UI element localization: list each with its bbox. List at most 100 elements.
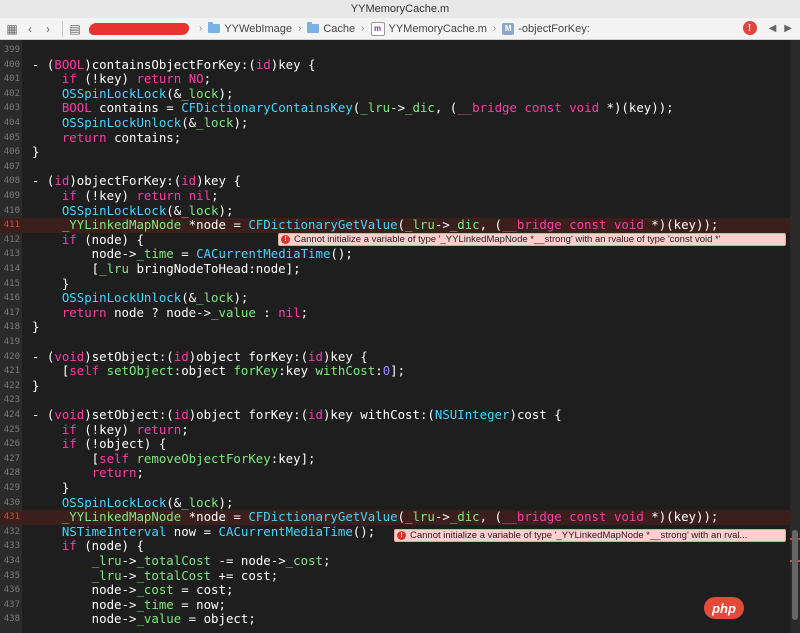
code-line[interactable]: 406} (0, 144, 790, 160)
line-code: - (id)objectForKey:(id)key { (22, 174, 241, 189)
code-token: _lru (91, 567, 122, 583)
code-line[interactable]: 417 return node ? node->_value : nil; (0, 305, 790, 321)
line-code: } (22, 377, 40, 394)
code-line[interactable]: 419 (0, 335, 790, 350)
code-token: )key { (322, 348, 368, 364)
window-title: YYMemoryCache.m (350, 3, 450, 15)
crumb-method[interactable]: › M -objectForKey: (491, 22, 590, 35)
code-token: node-> (32, 611, 137, 627)
forward-arrow-icon[interactable]: › (40, 21, 56, 37)
code-line[interactable]: 416 OSSpinLockUnlock(&_lock); (0, 290, 790, 306)
code-line[interactable]: 404 OSSpinLockUnlock(&_lock); (0, 115, 790, 131)
code-line[interactable]: 435 _lru->_totalCost += cost; (0, 567, 790, 584)
code-line[interactable]: 438 node->_value = object; (0, 612, 790, 627)
code-line[interactable]: 428 return; (0, 466, 790, 481)
code-line[interactable]: 411 _YYLinkedMapNode *node = CFDictionar… (0, 217, 790, 233)
related-items-icon[interactable]: ▦ (4, 21, 20, 37)
crumb-file[interactable]: › m YYMemoryCache.m (359, 21, 487, 36)
code-line[interactable]: 409 if (!key) return nil; (0, 188, 790, 204)
error-indicator-icon[interactable]: ! (742, 21, 757, 35)
code-line[interactable]: 437 node->_time = now; (0, 597, 790, 613)
code-line[interactable]: 429 } (0, 480, 790, 496)
line-code: } (22, 480, 69, 496)
code-token: ; (211, 188, 219, 203)
code-token: withCost (315, 363, 376, 379)
crumb-label: YYMemoryCache.m (388, 22, 487, 35)
code-line[interactable]: 418} (0, 320, 790, 335)
code-token: -> (390, 100, 406, 116)
issue-navigator: ! ◀ ▶ (742, 21, 796, 35)
code-line[interactable]: 420- (void)setObject:(id)object forKey:(… (0, 348, 790, 365)
code-token: self (99, 450, 129, 466)
code-line[interactable]: 425 if (!key) return; (0, 422, 790, 438)
line-number: 412 (3, 234, 20, 245)
line-code: - (void)setObject:(id)object forKey:(id)… (22, 407, 562, 423)
code-token: CFDictionaryContainsKey (181, 100, 353, 116)
crumb-yywebimage[interactable]: › YYWebImage (197, 22, 292, 35)
project-icon[interactable]: ▤ (67, 21, 83, 37)
title-bar: YYMemoryCache.m (0, 0, 800, 19)
folder-icon (307, 22, 320, 33)
code-line[interactable]: 427 [self removeObjectForKey:key]; (0, 450, 790, 467)
back-arrow-icon[interactable]: ‹ (22, 21, 38, 37)
code-line[interactable]: 402 OSSpinLockLock(&_lock); (0, 85, 790, 102)
code-line[interactable]: 421 [self setObject:object forKey:key wi… (0, 363, 790, 379)
error-bubble[interactable]: ! Cannot initialize a variable of type '… (278, 233, 786, 246)
code-line[interactable]: 415 } (0, 276, 790, 292)
code-token: } (32, 377, 40, 393)
code-token: ]; (390, 363, 406, 379)
code-token: ; (136, 465, 144, 481)
code-line[interactable]: 405 return contains; (0, 130, 790, 146)
code-token: } (32, 319, 40, 335)
line-code: if (node) { (22, 539, 144, 554)
code-token: id (181, 173, 197, 189)
code-token: if (61, 436, 77, 452)
code-editor[interactable]: 399 400- (BOOL)containsObjectForKey:(id)k… (0, 40, 800, 633)
code-token: = (173, 246, 197, 262)
code-token: } (32, 144, 40, 160)
code-line[interactable]: 400- (BOOL)containsObjectForKey:(id)key … (0, 57, 790, 73)
code-line[interactable]: 414 [_lru bringNodeToHead:node]; (0, 261, 790, 277)
code-token: OSSpinLockUnlock (61, 290, 182, 306)
code-line[interactable]: 430 OSSpinLockLock(&_lock); (0, 495, 790, 511)
code-line[interactable]: 408- (id)objectForKey:(id)key { (0, 174, 790, 189)
code-line[interactable]: 401 if (!key) return NO; (0, 71, 790, 87)
code-line[interactable]: 423 (0, 393, 790, 408)
next-issue-icon[interactable]: ▶ (784, 23, 792, 34)
code-line[interactable]: 413 node->_time = CACurrentMediaTime(); (0, 247, 790, 262)
code-line[interactable]: 399 (0, 43, 790, 58)
line-number: 410 (3, 205, 20, 216)
code-token: __bridge (502, 217, 562, 233)
code-line[interactable]: 431 _YYLinkedMapNode *node = CFDictionar… (0, 509, 790, 525)
crumb-cache[interactable]: › Cache (296, 22, 355, 35)
code-line[interactable]: 422} (0, 377, 790, 394)
scrollbar-thumb[interactable] (792, 530, 798, 620)
vertical-scrollbar[interactable] (790, 40, 800, 633)
line-number: 437 (3, 599, 20, 610)
code-line[interactable]: 426 if (!object) { (0, 436, 790, 452)
code-token: :key (278, 363, 316, 379)
line-number: 411 (3, 220, 20, 231)
chevron-right-icon: › (492, 23, 497, 34)
previous-issue-icon[interactable]: ◀ (769, 23, 777, 34)
code-token: ); (218, 202, 234, 218)
code-token: _lock (181, 85, 219, 101)
line-code: _lru->_totalCost -= node->_cost; (22, 553, 331, 569)
error-bubble[interactable]: ! Cannot initialize a variable of type '… (394, 529, 786, 542)
code-line[interactable]: 410 OSSpinLockLock(&_lock); (0, 202, 790, 219)
code-line[interactable]: 403 BOOL contains = CFDictionaryContains… (0, 101, 790, 116)
code-line[interactable]: 434 _lru->_totalCost -= node->_cost; (0, 553, 790, 569)
code-line[interactable]: 407 (0, 160, 790, 175)
code-line[interactable]: 436 node->_cost = cost; (0, 582, 790, 598)
code-token: void (613, 509, 644, 525)
code-token: ; (322, 553, 331, 568)
code-line[interactable]: 424- (void)setObject:(id)object forKey:(… (0, 407, 790, 423)
